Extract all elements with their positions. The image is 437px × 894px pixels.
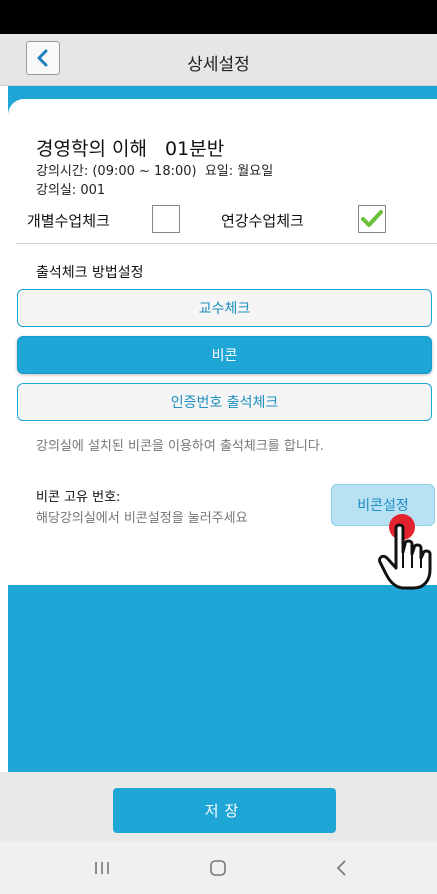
- individual-check-label: 개별수업체크: [27, 212, 110, 230]
- course-time: 강의시간: (09:00 ~ 18:00) 요일: 월요일: [36, 164, 274, 179]
- beacon-id-label: 비콘 고유 번호:: [36, 490, 121, 505]
- beacon-settings-button[interactable]: 비콘설정: [331, 484, 435, 526]
- beacon-hint: 해당강의실에서 비콘설정을 눌러주세요: [36, 511, 248, 526]
- recent-apps-icon[interactable]: [72, 842, 132, 894]
- check-icon: [361, 210, 383, 227]
- hand-pointer-icon: [378, 523, 432, 590]
- status-bar: [0, 0, 437, 34]
- save-button[interactable]: 저장: [113, 788, 336, 833]
- consecutive-check-box[interactable]: [358, 205, 386, 233]
- course-room: 강의실: 001: [36, 183, 106, 198]
- page-title: 상세설정: [187, 55, 250, 75]
- method-option-auth-code[interactable]: 인증번호 출석체크: [17, 383, 432, 421]
- course-title: 경영학의 이해 01분반: [36, 138, 225, 160]
- divider: [16, 243, 437, 244]
- method-title: 출석체크 방법설정: [36, 265, 144, 281]
- system-nav-bar: [0, 842, 437, 894]
- home-icon[interactable]: [188, 842, 248, 894]
- header: 상세설정: [0, 34, 437, 86]
- method-option-beacon[interactable]: 비콘: [17, 336, 432, 374]
- individual-check-box[interactable]: [152, 205, 180, 233]
- method-option-professor[interactable]: 교수체크: [17, 289, 432, 327]
- method-description: 강의실에 설치된 비콘을 이용하여 출석체크를 합니다.: [36, 439, 324, 454]
- back-icon[interactable]: [312, 842, 372, 894]
- consecutive-check-label: 연강수업체크: [221, 212, 304, 230]
